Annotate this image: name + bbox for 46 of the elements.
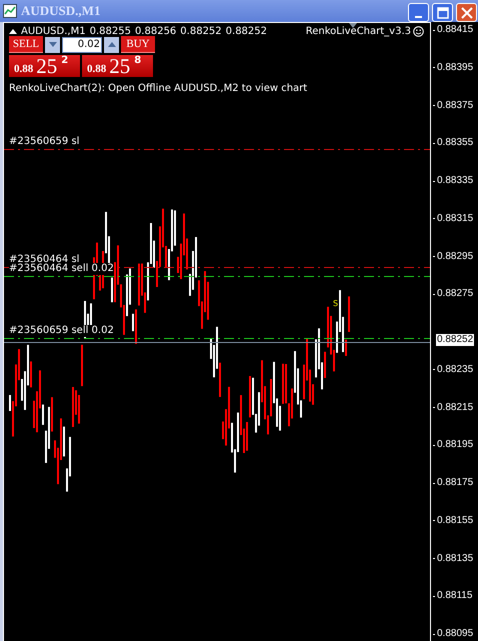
axis-label: 0.88135 <box>437 552 474 564</box>
minimize-icon <box>415 16 422 18</box>
axis-label: 0.88355 <box>437 137 474 150</box>
axis-label: 0.88295 <box>437 250 474 262</box>
axis-label: 0.88335 <box>437 175 474 187</box>
axis-label: 0.88415 <box>437 24 474 36</box>
quote-value: 0.88255 <box>90 26 131 37</box>
quote-value: 0.88252 <box>226 26 268 37</box>
axis-label: 0.88395 <box>437 62 474 74</box>
axis-label: 0.88195 <box>437 439 474 452</box>
status-message: RenkoLiveChart(2): Open Offline AUDUSD.,M2 to view chart <box>9 83 308 94</box>
order-label: #23560659 sell 0.02 <box>9 325 114 337</box>
quote-value: 0.88252 <box>180 26 222 37</box>
maximize-icon <box>436 6 448 18</box>
axis-label: 0.88175 <box>437 477 474 489</box>
close-icon <box>460 6 472 18</box>
axis-label: 0.88235 <box>437 364 474 376</box>
axis-label: 0.88115 <box>437 590 472 602</box>
axis-label: 0.88375 <box>437 100 474 112</box>
triangle-icon <box>9 29 17 34</box>
current-price-label: 0.88252 <box>436 334 474 346</box>
sell-button[interactable]: SELL <box>9 36 43 53</box>
buy-button[interactable]: BUY <box>121 36 155 53</box>
lot-field[interactable]: 0.02 <box>62 36 102 52</box>
signal-marker: S <box>333 299 338 308</box>
close-button[interactable] <box>456 3 477 22</box>
axis-label: 0.88215 <box>437 402 474 414</box>
quote-value: 0.88256 <box>134 26 176 37</box>
up-arrow-icon <box>108 42 116 47</box>
maximize-button[interactable] <box>432 3 453 22</box>
symbol-label: AUDUSD.,M1 <box>21 26 86 37</box>
minimize-button[interactable] <box>408 3 429 22</box>
lot-increase-button[interactable] <box>104 36 119 52</box>
lot-decrease-button[interactable] <box>45 36 60 52</box>
down-arrow-icon <box>48 42 56 47</box>
axis-label: 0.88275 <box>437 288 474 300</box>
indicator-name: RenkoLiveChart_v3.3 <box>306 26 411 37</box>
axis-label: 0.88095 <box>437 628 474 640</box>
bid-price-button[interactable]: 0.88 25 $^{2}$ <box>9 55 80 77</box>
smiley-icon <box>413 26 424 37</box>
chart-window-icon <box>3 4 17 18</box>
window-title: AUDUSD.,M1 <box>21 3 100 19</box>
axis-label: 0.88315 <box>437 212 474 225</box>
ask-price-button[interactable]: 0.88 25 $^{8}$ <box>82 55 153 77</box>
order-label: #23560464 sell 0.02 <box>9 263 114 275</box>
axis-label: 0.88155 <box>437 514 474 527</box>
